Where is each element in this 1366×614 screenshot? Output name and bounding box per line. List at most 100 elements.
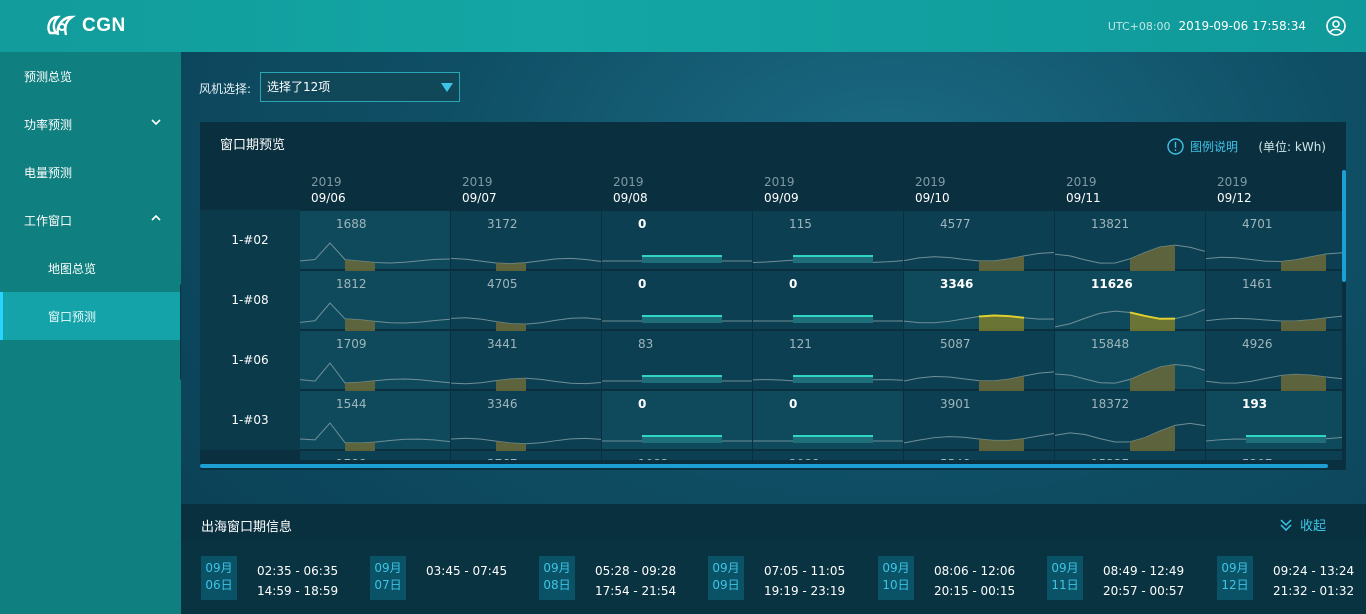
sidebar-item-window-forecast[interactable]: 窗口预测	[0, 292, 181, 340]
user-icon[interactable]	[1326, 16, 1346, 36]
window-cell[interactable]: 5548	[904, 451, 1054, 460]
chevron-down-icon	[151, 119, 161, 126]
window-cell[interactable]: 5087	[904, 331, 1054, 391]
cell-sparkline	[1206, 252, 1342, 271]
window-cell[interactable]: 4926	[1206, 331, 1342, 391]
window-cell[interactable]: 0	[602, 391, 752, 449]
cell-value: 15848	[1091, 337, 1130, 351]
sidebar: 预测总览 功率预测 电量预测 工作窗口 地图总览 窗口预测	[0, 52, 181, 614]
cell-value: 15337	[1091, 457, 1129, 460]
window-cell[interactable]: 5207	[1206, 451, 1342, 460]
timezone-label: UTC+08:00	[1107, 19, 1171, 33]
window-cell[interactable]: 0	[602, 211, 752, 269]
window-area	[496, 321, 526, 331]
turbine-select[interactable]: 选择了12项	[260, 72, 460, 102]
window-cell[interactable]: 3441	[451, 331, 601, 391]
window-cell[interactable]: 1461	[1206, 271, 1342, 331]
window-area	[979, 255, 1024, 271]
window-cell[interactable]: 1544	[300, 391, 450, 451]
cell-value: 193	[1242, 397, 1268, 411]
window-cell[interactable]: 4705	[451, 271, 601, 331]
sidebar-item-map-overview[interactable]: 地图总览	[0, 244, 181, 292]
window-cell[interactable]: 15337	[1055, 451, 1205, 460]
window-area	[979, 438, 1024, 451]
window-day: 11日	[1051, 578, 1079, 592]
window-cell[interactable]: 4577	[904, 211, 1054, 271]
row-label: 1-#02	[200, 210, 300, 270]
vertical-scrollbar[interactable]	[1342, 170, 1346, 282]
window-cell[interactable]: 83	[602, 331, 752, 389]
cell-value: 0	[638, 217, 647, 231]
cell-sparkline	[1055, 363, 1205, 391]
window-cell[interactable]: 0	[753, 271, 903, 329]
sidebar-item-work-window[interactable]: 工作窗口	[0, 196, 181, 244]
window-month: 09月	[1051, 561, 1079, 575]
cell-sparkline	[451, 317, 601, 331]
cell-value: 3901	[940, 397, 971, 411]
window-cell[interactable]: 1812	[300, 271, 450, 331]
cell-value: 5207	[1242, 457, 1273, 460]
cell-sparkline	[602, 375, 752, 383]
cell-value: 1544	[336, 397, 367, 411]
window-time-1: 02:35 - 06:35	[257, 564, 339, 578]
window-time-1: 09:24 - 13:24	[1273, 564, 1355, 578]
window-cell[interactable]: 3346	[904, 271, 1054, 331]
sidebar-item-forecast-overview[interactable]: 预测总览	[0, 52, 181, 100]
window-cell[interactable]: 13821	[1055, 211, 1205, 271]
window-cell[interactable]: 1709	[300, 331, 450, 391]
column-header: 2019 09/08	[602, 170, 752, 210]
column-header: 2019 09/06	[300, 170, 450, 210]
window-cell[interactable]: 0	[602, 271, 752, 329]
window-cell[interactable]: 1688	[300, 211, 450, 271]
cell-value: 11626	[1091, 277, 1133, 291]
window-cell[interactable]: 121	[753, 331, 903, 389]
column-header: 2019 09/09	[753, 170, 903, 210]
window-preview-panel: 窗口期预览 图例说明 (单位: kWh) 2019 09/06 2019 09/07 2…	[200, 122, 1346, 470]
window-cell[interactable]: 2088	[753, 451, 903, 460]
legend-label: 图例说明	[1189, 140, 1238, 154]
window-band-edge	[793, 255, 873, 257]
cell-sparkline	[1055, 244, 1205, 271]
window-cell[interactable]: 0	[753, 391, 903, 449]
window-time-2: 21:32 - 01:32	[1273, 584, 1355, 598]
sidebar-item-energy-forecast[interactable]: 电量预测	[0, 148, 181, 196]
cell-sparkline	[904, 371, 1054, 391]
cell-value: 0	[789, 397, 798, 411]
horizontal-scrollbar[interactable]	[200, 464, 1328, 468]
window-cell[interactable]: 115	[753, 211, 903, 269]
window-cell[interactable]: 3901	[904, 391, 1054, 451]
window-band-edge	[793, 435, 873, 437]
logo-text: CGN	[82, 15, 126, 36]
window-cell[interactable]: 4701	[1206, 211, 1342, 271]
top-header: CGN UTC+08:00 2019-09-06 17:58:34	[0, 0, 1366, 52]
window-cell[interactable]: 1083	[602, 451, 752, 460]
collapse-button[interactable]: 收起	[1280, 515, 1326, 534]
window-area	[1130, 245, 1175, 271]
cell-value: 5087	[940, 337, 971, 351]
cell-sparkline	[753, 435, 903, 443]
panel-title: 窗口期预览	[220, 138, 286, 153]
window-grid: 2019 09/06 2019 09/07 2019 09/08 2019 09/09 2019…	[200, 170, 1342, 460]
sidebar-item-power-forecast[interactable]: 功率预测	[0, 100, 181, 148]
window-area	[1130, 364, 1175, 391]
sparkline-line	[904, 251, 1054, 262]
window-cell[interactable]: 1788	[300, 451, 450, 460]
cell-sparkline	[1206, 435, 1342, 443]
logo[interactable]: CGN	[44, 12, 126, 40]
window-cell[interactable]: 3346	[451, 391, 601, 451]
window-band-edge	[642, 435, 722, 437]
turbine-filter-label: 风机选择:	[199, 82, 252, 96]
column-date: 09/07	[462, 191, 497, 205]
window-entry: 09月 08日 05:28 - 09:28 17:54 - 21:54	[539, 556, 689, 600]
legend-button[interactable]: 图例说明	[1167, 138, 1238, 155]
window-month: 09月	[374, 561, 402, 575]
cell-sparkline	[904, 314, 1054, 331]
window-cell[interactable]: 15848	[1055, 331, 1205, 391]
window-cell[interactable]: 18372	[1055, 391, 1205, 451]
cell-sparkline	[753, 315, 903, 323]
window-cell[interactable]: 3172	[451, 211, 601, 271]
window-cell[interactable]: 193	[1206, 391, 1342, 449]
current-datetime: 2019-09-06 17:58:34	[1178, 19, 1306, 33]
window-cell[interactable]: 3767	[451, 451, 601, 460]
window-cell[interactable]: 11626	[1055, 271, 1205, 331]
